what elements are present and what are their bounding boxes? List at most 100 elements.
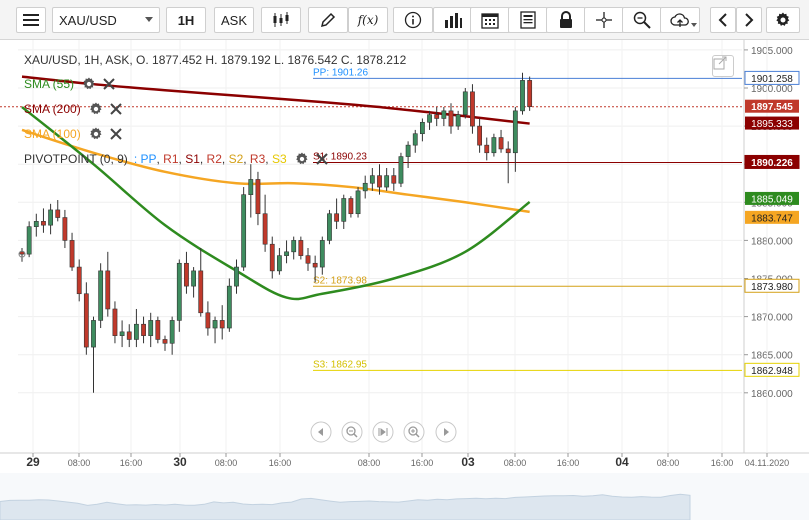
toolbar: XAU/USD 1H ASK f(x) [0,0,809,40]
crosshair-icon [596,12,612,28]
candle-body [112,308,118,336]
info-button[interactable] [393,7,433,33]
candle-body [255,179,261,215]
candle-body [419,121,425,135]
gear-icon[interactable] [295,152,309,166]
candle-body [348,198,354,215]
candle-body [176,262,182,321]
candle-body [212,320,218,329]
maximize-button[interactable] [712,55,734,77]
indicators-button[interactable]: f(x) [348,7,388,33]
candle-body [226,285,232,329]
chart-area[interactable]: 1905.0001900.0001895.0001890.0001885.000… [0,40,809,520]
price-tick-label: 1880.000 [751,236,793,247]
candle-body [527,80,533,108]
time-tick-label: 08:00 [68,458,91,468]
time-tick-label: 08:00 [215,458,238,468]
calendar-icon [481,13,499,29]
chevron-down-icon [691,23,697,27]
candle-body [162,339,168,344]
close-icon[interactable] [103,78,115,90]
calendar-button[interactable] [470,7,510,33]
time-tick-label: 16:00 [711,458,734,468]
candle-body [91,320,96,348]
zoom-button[interactable] [622,7,662,33]
scroll-left-button[interactable] [710,7,736,33]
gear-icon[interactable] [89,102,103,116]
close-icon[interactable] [315,153,328,165]
gear-icon[interactable] [82,77,96,91]
symbol-value: XAU/USD [59,12,117,28]
candle-body [69,240,75,268]
pivot-series-r3: R3 [249,152,266,166]
zoom-icon [633,11,651,29]
candle-body [369,175,375,184]
pivot-series-s3: S3 [271,152,287,166]
candle-body [148,320,154,336]
candle-body [427,114,432,123]
close-icon[interactable] [109,103,122,115]
interval-button[interactable]: 1H [166,7,206,33]
price-tag-text-pp: 1901.258 [751,74,793,85]
candle-body [155,320,161,340]
zoom-in-button[interactable] [403,421,425,443]
zoom-out-button[interactable] [341,421,363,443]
sma200-label: SMA (200) [24,102,81,116]
scroll-back-button[interactable] [310,421,332,443]
candle-body [448,110,454,127]
pivot-label: PIVOTPOINT (0, 9) [24,152,128,166]
price-tag-text-s2: 1873.980 [751,282,793,293]
candle-body [284,251,289,256]
crosshair-button[interactable] [584,7,624,33]
volume-button[interactable] [433,7,473,33]
close-icon[interactable] [109,128,122,140]
candle-body [191,270,196,287]
candlestick-icon [273,12,289,27]
pivot-label-s3: S3: 1862.95 [313,359,367,370]
candle-body [105,270,111,310]
price-tag-text-sma55: 1885.049 [751,194,793,205]
candle-body [505,148,511,154]
candle-body [412,133,418,146]
candle-body [134,323,139,340]
time-tick-label: 03 [461,455,475,469]
scroll-right-button[interactable] [736,7,762,33]
ohlc-readout: XAU/USD, 1H, ASK, O. 1877.452 H. 1879.19… [24,53,407,67]
candle-body [355,190,361,215]
menu-button[interactable] [16,7,46,33]
chart-type-button[interactable] [261,7,301,33]
drawing-tools-button[interactable] [308,7,348,33]
zoom-out-button-circle [341,421,363,443]
scroll-forward-button[interactable] [435,421,457,443]
settings-button[interactable] [766,7,800,33]
symbol-select[interactable]: XAU/USD [52,7,160,33]
time-tick-label: 08:00 [657,458,680,468]
lock-button[interactable] [546,7,586,33]
pencil-icon [320,12,336,28]
candle-body [184,262,189,287]
reset-view-button[interactable] [372,421,394,443]
candle-body [276,255,282,272]
candle-body [55,209,61,218]
candle-body [76,266,82,295]
price-type-button[interactable]: ASK [214,7,254,33]
candle-body [327,213,332,241]
candle-body [262,213,268,245]
candle-body [434,114,440,119]
candle-body [219,320,225,329]
candle-body [119,331,125,336]
candle-body [269,243,275,272]
zoom-in-button-circle [403,421,425,443]
candle-body [484,144,490,154]
candle-body [198,270,204,314]
time-tick-label: 08:00 [504,458,527,468]
candle-body [48,209,53,226]
templates-button[interactable] [508,7,548,33]
candle-body [491,137,497,154]
share-button[interactable] [660,7,700,33]
gear-icon[interactable] [89,127,103,141]
price-tag-text-s1: 1890.226 [751,158,793,169]
candle-body [98,270,104,321]
gear-icon [776,12,790,26]
price-tick-label: 1865.000 [751,351,793,362]
